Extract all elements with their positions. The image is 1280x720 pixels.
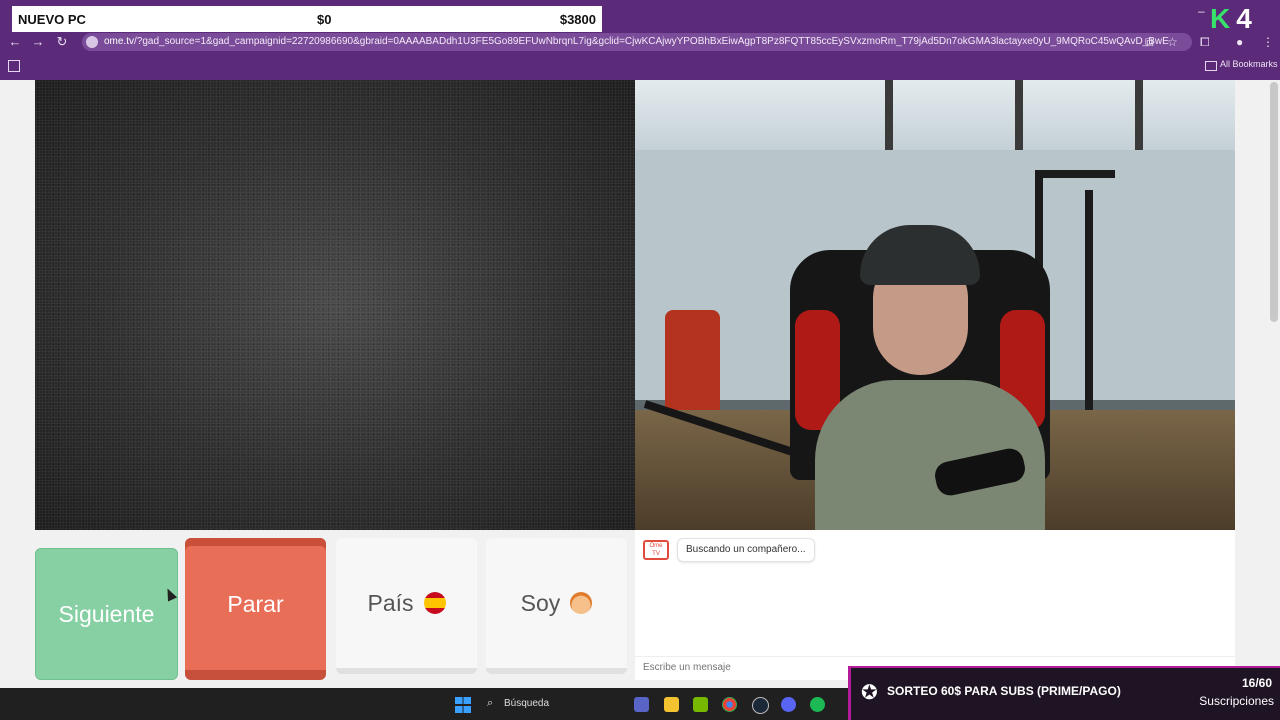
- url-host: ome.tv: [104, 36, 135, 47]
- logo-k: K: [1210, 3, 1231, 34]
- windows-taskbar: [0, 688, 848, 720]
- goal-target-amount: $3800: [559, 11, 596, 27]
- install-icon[interactable]: ⧉: [1145, 35, 1154, 50]
- video-call-icon[interactable]: [634, 697, 649, 712]
- spain-flag-icon: [423, 592, 446, 614]
- reload-icon[interactable]: ↻: [55, 34, 69, 50]
- ceiling: [635, 80, 1235, 150]
- nvidia-icon[interactable]: [693, 697, 708, 712]
- ceiling-beam: [885, 80, 893, 150]
- goal-current-amount: $0: [317, 11, 332, 27]
- page-scrollbar[interactable]: [1270, 82, 1278, 322]
- star-icon: ✪: [861, 682, 878, 704]
- ometv-logo-icon: Ome TV: [643, 540, 669, 560]
- url-field[interactable]: ome.tv/?gad_source=1&gad_campaignid=2272…: [82, 33, 1192, 51]
- extensions-icon[interactable]: ⧠: [1200, 35, 1210, 50]
- taskbar-search[interactable]: Búsqueda: [504, 698, 549, 709]
- forward-icon[interactable]: →: [31, 34, 45, 50]
- url-path: /?gad_source=1&gad_campaignid=2272098669…: [134, 36, 1169, 47]
- goal-title: NUEVO PC: [18, 11, 86, 27]
- logo-number: 4: [1236, 3, 1252, 34]
- stranger-video-panel: [35, 80, 635, 530]
- stop-button[interactable]: Parar: [185, 538, 326, 680]
- site-settings-icon[interactable]: [86, 36, 98, 48]
- gender-label: Soy: [520, 589, 561, 616]
- next-button[interactable]: Siguiente: [35, 548, 178, 680]
- folder-icon: [1205, 61, 1217, 71]
- ceiling-beam: [1135, 80, 1143, 150]
- profile-icon[interactable]: ●: [1236, 35, 1243, 49]
- static-noise: [35, 80, 635, 530]
- all-bookmarks-link[interactable]: All Bookmarks: [1220, 59, 1278, 69]
- apps-icon[interactable]: [8, 60, 20, 72]
- subscriber-goal-banner: ✪ SORTEO 60$ PARA SUBS (PRIME/PAGO) 16/6…: [848, 666, 1280, 720]
- self-webcam-panel: [635, 80, 1235, 530]
- punching-bag: [665, 310, 720, 420]
- subs-label: Suscripciones: [1199, 694, 1274, 708]
- bookmarks-bar: [0, 54, 1280, 80]
- next-label: Siguiente: [58, 600, 155, 627]
- gym-frame: [1085, 190, 1093, 410]
- file-explorer-icon[interactable]: [664, 697, 679, 712]
- spotify-icon[interactable]: [810, 697, 825, 712]
- back-icon[interactable]: ←: [8, 34, 22, 50]
- discord-icon[interactable]: [781, 697, 796, 712]
- menu-icon[interactable]: ⋮: [1262, 35, 1274, 49]
- country-button[interactable]: País: [336, 538, 477, 674]
- gender-button[interactable]: Soy: [486, 538, 627, 674]
- minimize-icon[interactable]: –: [1198, 4, 1205, 18]
- search-icon[interactable]: ⌕: [487, 697, 493, 710]
- star-icon[interactable]: ☆: [1167, 35, 1178, 49]
- stop-label: Parar: [227, 590, 284, 617]
- gym-frame: [1035, 170, 1115, 178]
- ceiling-beam: [1015, 80, 1023, 150]
- boy-face-icon: [570, 592, 593, 614]
- subs-count: 16/60: [1241, 676, 1272, 690]
- country-label: País: [367, 589, 414, 616]
- steam-icon[interactable]: [752, 697, 769, 714]
- chat-panel: Ome TV Buscando un compañero...: [635, 530, 1235, 680]
- streamer-logo: K4: [1210, 4, 1266, 34]
- chat-status-message: Buscando un compañero...: [677, 538, 815, 562]
- giveaway-text: SORTEO 60$ PARA SUBS (PRIME/PAGO): [887, 684, 1121, 698]
- windows-start-icon[interactable]: [455, 697, 471, 713]
- chrome-icon[interactable]: [722, 697, 737, 712]
- donation-goal-bar: NUEVO PC $0 $3800: [12, 6, 602, 32]
